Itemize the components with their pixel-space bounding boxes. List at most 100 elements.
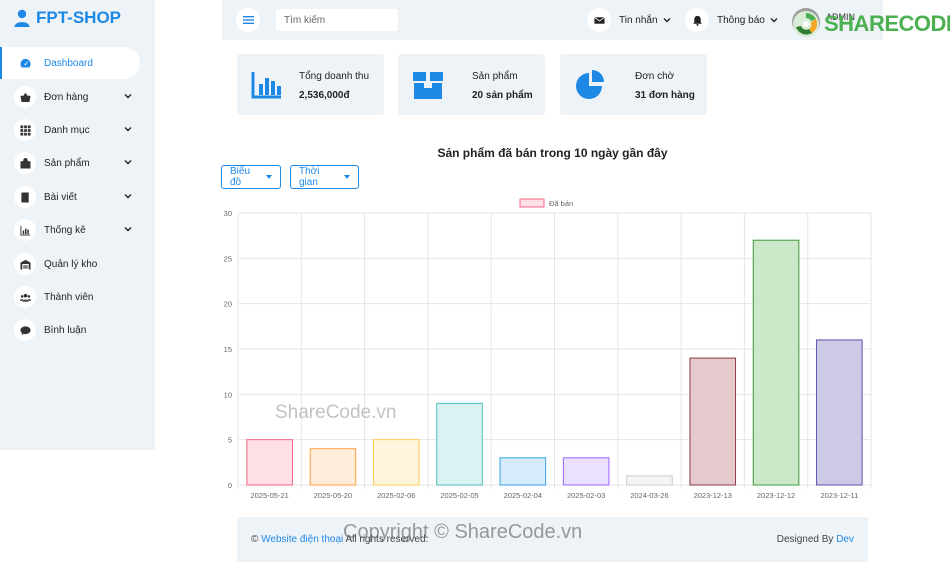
- y-tick-label: 20: [224, 300, 232, 309]
- chart-bar: [752, 239, 800, 486]
- legend-swatch: [519, 198, 545, 208]
- stat-value: 31 đơn hàng: [635, 90, 695, 101]
- stat-title: Đơn chờ: [635, 71, 675, 82]
- y-tick-label: 15: [224, 345, 232, 354]
- sidebar-item-label: Sản phẩm: [44, 157, 90, 169]
- x-tick-label: 2023-12-12: [757, 491, 795, 500]
- sidebar-item-label: Dashboard: [44, 57, 93, 69]
- chevron-down-icon: [124, 194, 132, 199]
- copyright-symbol: ©: [251, 534, 259, 545]
- x-tick-label: 2025-02-04: [504, 491, 542, 500]
- comment-icon: [14, 319, 36, 341]
- y-tick-label: 25: [224, 254, 232, 263]
- caret-down-icon: [266, 175, 272, 179]
- hamburger-icon: [242, 16, 254, 24]
- watermark-bottom: Copyright © ShareCode.vn: [343, 521, 583, 543]
- chevron-down-icon: [663, 18, 671, 23]
- chart-bar: [372, 439, 420, 486]
- designer-link[interactable]: Dev: [836, 534, 854, 545]
- menu-toggle-button[interactable]: [236, 8, 260, 32]
- pie-icon: [576, 70, 604, 99]
- sharecode-watermark-logo: SHARECODE.vn: [792, 4, 950, 44]
- dropdown-label: Biểu đồ: [230, 166, 251, 188]
- dropdown-label: Thời gian: [299, 166, 320, 188]
- chevron-down-icon: [124, 160, 132, 165]
- sidebar-item-label: Thống kê: [44, 224, 86, 236]
- sidebar-item-dashboard[interactable]: Dashboard: [0, 47, 140, 79]
- footer-credits: Designed By Dev: [777, 534, 854, 545]
- sidebar-item-products[interactable]: Sản phẩm: [0, 147, 140, 179]
- stat-title: Tổng doanh thu: [299, 71, 370, 82]
- bag-icon: [14, 152, 36, 174]
- y-tick-label: 30: [224, 209, 232, 218]
- caret-down-icon: [344, 175, 350, 179]
- chart-type-dropdown[interactable]: Biểu đồ: [221, 165, 281, 189]
- chart-title: Sản phẩm đã bán trong 10 ngày gần đây: [437, 146, 668, 160]
- y-tick-label: 5: [228, 436, 232, 445]
- x-tick-label: 2023-12-11: [820, 491, 858, 500]
- chevron-down-icon: [124, 94, 132, 99]
- brand-logo[interactable]: FPT-SHOP: [14, 6, 121, 30]
- watermark-center: ShareCode.vn: [275, 402, 397, 423]
- chart-bar: [562, 457, 610, 486]
- stat-card-products: Sản phẩm 20 sản phẩm: [398, 54, 545, 115]
- stat-value: 2,536,000đ: [299, 90, 350, 101]
- y-tick-label: 0: [228, 481, 232, 490]
- stat-card-pending-orders: Đơn chờ 31 đơn hàng: [560, 54, 707, 115]
- site-link[interactable]: Website điện thoại: [261, 534, 343, 545]
- sidebar-item-orders[interactable]: Đơn hàng: [0, 81, 140, 113]
- y-tick-label: 10: [224, 390, 232, 399]
- users-icon: [14, 286, 36, 308]
- sidebar-item-label: Thành viên: [44, 291, 94, 303]
- sidebar-item-label: Bài viết: [44, 191, 77, 203]
- grid-icon: [14, 119, 36, 141]
- stat-title: Sản phẩm: [472, 71, 518, 82]
- box-icon: [413, 72, 443, 99]
- chart-bar: [436, 402, 483, 486]
- book-icon: [14, 186, 36, 208]
- bell-icon: [685, 8, 709, 32]
- sidebar-item-label: Bình luận: [44, 324, 87, 336]
- sidebar-item-label: Đơn hàng: [44, 91, 89, 103]
- sidebar-item-posts[interactable]: Bài viết: [0, 181, 140, 213]
- time-dropdown[interactable]: Thời gian: [290, 165, 359, 189]
- chevron-down-icon: [124, 127, 132, 132]
- notifications-menu[interactable]: Thông báo: [685, 8, 778, 32]
- chart-bar: [689, 357, 737, 486]
- messages-label: Tin nhắn: [619, 14, 658, 26]
- x-tick-label: 2023-12-13: [694, 491, 732, 500]
- chart-bar: [626, 475, 673, 486]
- search-input[interactable]: [276, 9, 398, 31]
- sidebar-item-warehouse[interactable]: Quản lý kho: [0, 248, 140, 280]
- sidebar: FPT-SHOP Dashboard Đơn hàng Danh mục Sản…: [0, 0, 155, 450]
- sidebar-item-label: Danh mục: [44, 124, 90, 136]
- notifications-label: Thông báo: [717, 14, 765, 26]
- x-tick-label: 2024-03-26: [630, 491, 668, 500]
- x-tick-label: 2025-02-05: [440, 491, 478, 500]
- stat-value: 20 sản phẩm: [472, 90, 533, 101]
- sidebar-item-categories[interactable]: Danh mục: [0, 114, 140, 146]
- sales-bar-chart: 0 5 10 15 20 25 30 2025-05-21 2025-05-20 2025-02-…: [224, 198, 872, 500]
- sidebar-item-comments[interactable]: Bình luận: [0, 314, 140, 346]
- chevron-down-icon: [124, 227, 132, 232]
- x-tick-label: 2025-05-21: [250, 491, 288, 500]
- warehouse-icon: [14, 253, 36, 275]
- messages-menu[interactable]: Tin nhắn: [587, 8, 671, 32]
- envelope-icon: [587, 8, 611, 32]
- x-tick-label: 2025-02-03: [567, 491, 605, 500]
- sidebar-item-label: Quản lý kho: [44, 258, 98, 270]
- bar-chart-icon: [14, 219, 36, 241]
- chart-bar: [246, 439, 293, 486]
- designed-by-text: Designed By: [776, 534, 834, 545]
- brand-name: FPT-SHOP: [36, 8, 122, 27]
- sidebar-item-members[interactable]: Thành viên: [0, 281, 140, 313]
- stat-card-revenue: Tổng doanh thu 2,536,000đ: [237, 54, 384, 115]
- chart-bar: [309, 448, 357, 486]
- basket-icon: [14, 86, 36, 108]
- user-icon: [14, 9, 30, 27]
- revenue-chart-icon: [251, 72, 281, 99]
- dashboard-icon: [14, 52, 36, 74]
- x-tick-label: 2025-05-20: [314, 491, 352, 500]
- chart-bar: [816, 339, 863, 486]
- sidebar-item-statistics[interactable]: Thống kê: [0, 214, 140, 246]
